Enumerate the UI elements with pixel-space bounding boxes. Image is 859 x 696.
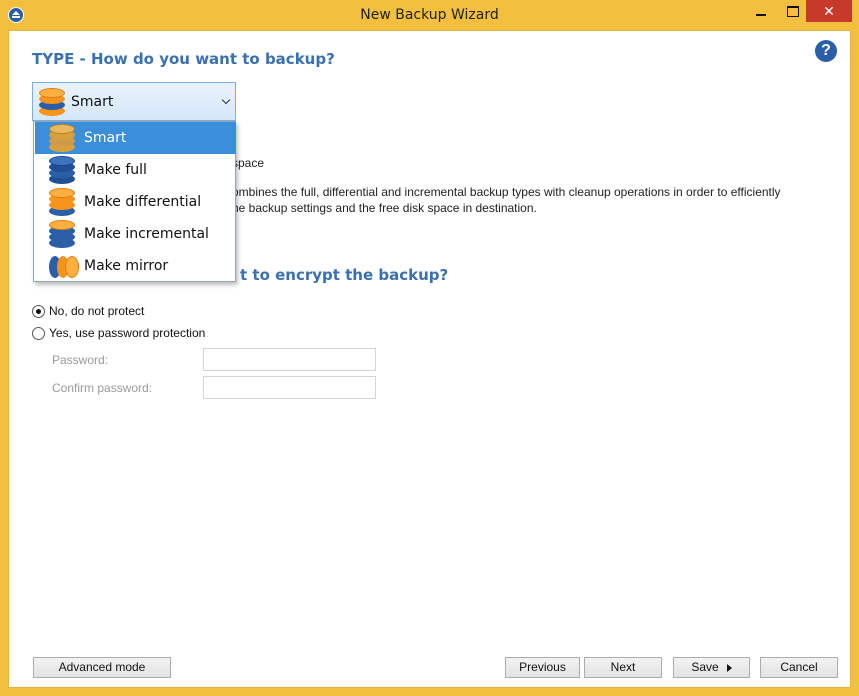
password-input[interactable] (203, 348, 376, 371)
backup-type-dropdown: Smart Make full Make differential Make i… (33, 121, 236, 282)
save-button[interactable]: Save (673, 657, 750, 678)
window-title: New Backup Wizard (360, 7, 499, 23)
option-make-differential[interactable]: Make differential (35, 186, 236, 218)
advanced-mode-button[interactable]: Advanced mode (33, 657, 171, 678)
password-label: Password: (52, 353, 109, 367)
option-make-mirror[interactable]: Make mirror (35, 250, 236, 282)
no-protection-option[interactable]: No, do not protect (32, 304, 232, 320)
differential-backup-icon (49, 188, 75, 216)
option-smart[interactable]: Smart (35, 122, 236, 154)
smart-type-icon (39, 88, 65, 116)
maximize-button[interactable] (777, 0, 807, 22)
full-backup-icon (49, 156, 75, 184)
incremental-backup-icon (49, 220, 75, 248)
backup-type-select[interactable]: Smart (32, 82, 236, 121)
minimize-button[interactable] (748, 0, 774, 22)
no-protection-radio[interactable] (32, 305, 45, 318)
backup-type-value: Smart (71, 94, 114, 110)
cancel-button[interactable]: Cancel (760, 657, 838, 678)
previous-button[interactable]: Previous (505, 657, 580, 678)
smart-type-icon (49, 124, 75, 152)
option-make-incremental[interactable]: Make incremental (35, 218, 236, 250)
next-button[interactable]: Next (584, 657, 662, 678)
dropdown-arrow-icon (726, 663, 732, 672)
password-protection-radio[interactable] (32, 327, 45, 340)
confirm-password-label: Confirm password: (52, 381, 153, 395)
mirror-backup-icon (49, 252, 81, 280)
title-bar: New Backup Wizard ✕ (0, 0, 859, 30)
help-icon[interactable]: ? (815, 40, 837, 62)
type-heading: TYPE - How do you want to backup? (32, 50, 335, 68)
password-protection-option[interactable]: Yes, use password protection (32, 326, 232, 342)
close-button[interactable]: ✕ (806, 0, 852, 22)
option-make-full[interactable]: Make full (35, 154, 236, 186)
chevron-down-icon (221, 95, 231, 105)
confirm-password-input[interactable] (203, 376, 376, 399)
